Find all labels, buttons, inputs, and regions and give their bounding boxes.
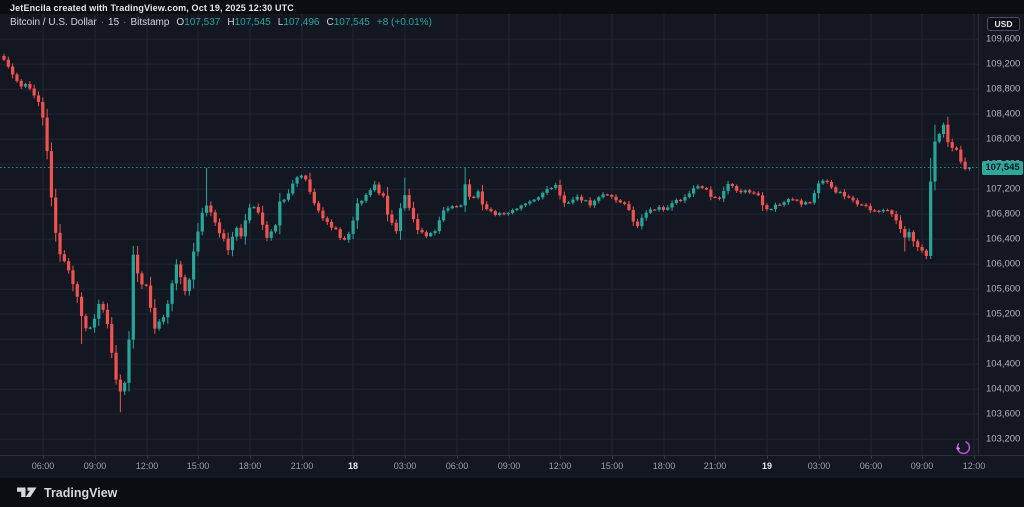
chart-panel: Bitcoin / U.S. Dollar·15·BitstampO107,53… bbox=[0, 14, 1024, 478]
time-tick-mark bbox=[560, 456, 561, 459]
legend-separator: · bbox=[101, 17, 104, 28]
tradingview-logo[interactable]: TradingView bbox=[17, 485, 117, 500]
time-tick-mark bbox=[612, 456, 613, 459]
time-tick-label: 12:00 bbox=[549, 461, 572, 471]
price-tick-label: 104,000 bbox=[986, 384, 1020, 395]
price-tick-label: 104,800 bbox=[986, 334, 1020, 345]
replay-status-icon bbox=[952, 438, 972, 458]
time-tick-mark bbox=[302, 456, 303, 459]
time-tick-mark bbox=[922, 456, 923, 459]
time-tick-label: 18:00 bbox=[239, 461, 262, 471]
price-tick-label: 106,000 bbox=[986, 259, 1020, 270]
price-tick-label: 103,600 bbox=[986, 409, 1020, 420]
price-tick-label: 106,400 bbox=[986, 234, 1020, 245]
time-tick-mark bbox=[819, 456, 820, 459]
exchange-label: Bitstamp bbox=[131, 17, 170, 28]
high-label: H bbox=[227, 17, 234, 28]
time-tick-label: 06:00 bbox=[32, 461, 55, 471]
close-value: 107,545 bbox=[334, 17, 370, 28]
price-tick-label: 106,800 bbox=[986, 209, 1020, 220]
time-tick-mark bbox=[353, 456, 354, 459]
close-label: C bbox=[326, 17, 333, 28]
time-tick-mark bbox=[457, 456, 458, 459]
price-tick-label: 107,200 bbox=[986, 184, 1020, 195]
time-tick-label: 21:00 bbox=[704, 461, 727, 471]
price-tick-label: 108,400 bbox=[986, 109, 1020, 120]
time-tick-mark bbox=[715, 456, 716, 459]
price-tick-label: 104,400 bbox=[986, 359, 1020, 370]
time-tick-mark bbox=[664, 456, 665, 459]
time-tick-mark bbox=[509, 456, 510, 459]
time-tick-label: 18 bbox=[348, 461, 358, 471]
price-chart[interactable]: Bitcoin / U.S. Dollar·15·BitstampO107,53… bbox=[0, 14, 978, 455]
price-axis[interactable]: USD 109,600 109,200 108,800 108,400 108,000 1… bbox=[978, 14, 1024, 455]
price-tick-label: 109,600 bbox=[986, 34, 1020, 45]
time-tick-label: 06:00 bbox=[446, 461, 469, 471]
symbol-legend[interactable]: Bitcoin / U.S. Dollar·15·BitstampO107,53… bbox=[10, 17, 432, 28]
time-tick-mark bbox=[147, 456, 148, 459]
time-tick-label: 06:00 bbox=[860, 461, 883, 471]
time-tick-label: 15:00 bbox=[187, 461, 210, 471]
high-value: 107,545 bbox=[235, 17, 271, 28]
time-tick-mark bbox=[871, 456, 872, 459]
footer-bar: TradingView bbox=[0, 478, 1024, 507]
interval-label: 15 bbox=[108, 17, 119, 28]
time-tick-mark bbox=[198, 456, 199, 459]
price-tick-label: 105,600 bbox=[986, 284, 1020, 295]
time-tick-mark bbox=[974, 456, 975, 459]
change-value: +8 (+0.01%) bbox=[377, 17, 432, 28]
attribution-text: JetEncila created with TradingView.com, … bbox=[10, 3, 294, 13]
price-tick-label: 103,200 bbox=[986, 434, 1020, 445]
time-tick-label: 12:00 bbox=[963, 461, 986, 471]
currency-button[interactable]: USD bbox=[987, 17, 1020, 31]
time-tick-label: 09:00 bbox=[84, 461, 107, 471]
legend-separator: · bbox=[123, 17, 126, 28]
price-tick-label: 105,200 bbox=[986, 309, 1020, 320]
symbol-title: Bitcoin / U.S. Dollar bbox=[10, 17, 97, 28]
time-axis[interactable]: 06:00 09:00 12:00 15:00 18:00 21:00 18 03:00 06:… bbox=[0, 455, 1024, 478]
tradingview-logo-icon bbox=[17, 485, 38, 500]
price-tick-label: 108,000 bbox=[986, 134, 1020, 145]
time-tick-label: 19 bbox=[762, 461, 772, 471]
time-tick-label: 03:00 bbox=[808, 461, 831, 471]
time-tick-mark bbox=[405, 456, 406, 459]
time-tick-mark bbox=[767, 456, 768, 459]
time-tick-label: 18:00 bbox=[653, 461, 676, 471]
time-tick-label: 03:00 bbox=[394, 461, 417, 471]
price-tick-label: 109,200 bbox=[986, 59, 1020, 70]
last-price-badge: 107,545 bbox=[982, 161, 1023, 175]
time-tick-mark bbox=[43, 456, 44, 459]
tradingview-logo-text: TradingView bbox=[44, 486, 117, 500]
time-tick-label: 09:00 bbox=[911, 461, 934, 471]
time-tick-label: 21:00 bbox=[291, 461, 314, 471]
tradingview-screenshot: JetEncila created with TradingView.com, … bbox=[0, 0, 1024, 507]
low-value: 107,496 bbox=[283, 17, 319, 28]
time-tick-label: 12:00 bbox=[136, 461, 159, 471]
price-tick-label: 108,800 bbox=[986, 84, 1020, 95]
time-tick-label: 09:00 bbox=[498, 461, 521, 471]
candlestick-chart bbox=[0, 14, 978, 455]
time-tick-label: 15:00 bbox=[601, 461, 624, 471]
time-tick-mark bbox=[95, 456, 96, 459]
open-value: 107,537 bbox=[184, 17, 220, 28]
time-tick-mark bbox=[250, 456, 251, 459]
